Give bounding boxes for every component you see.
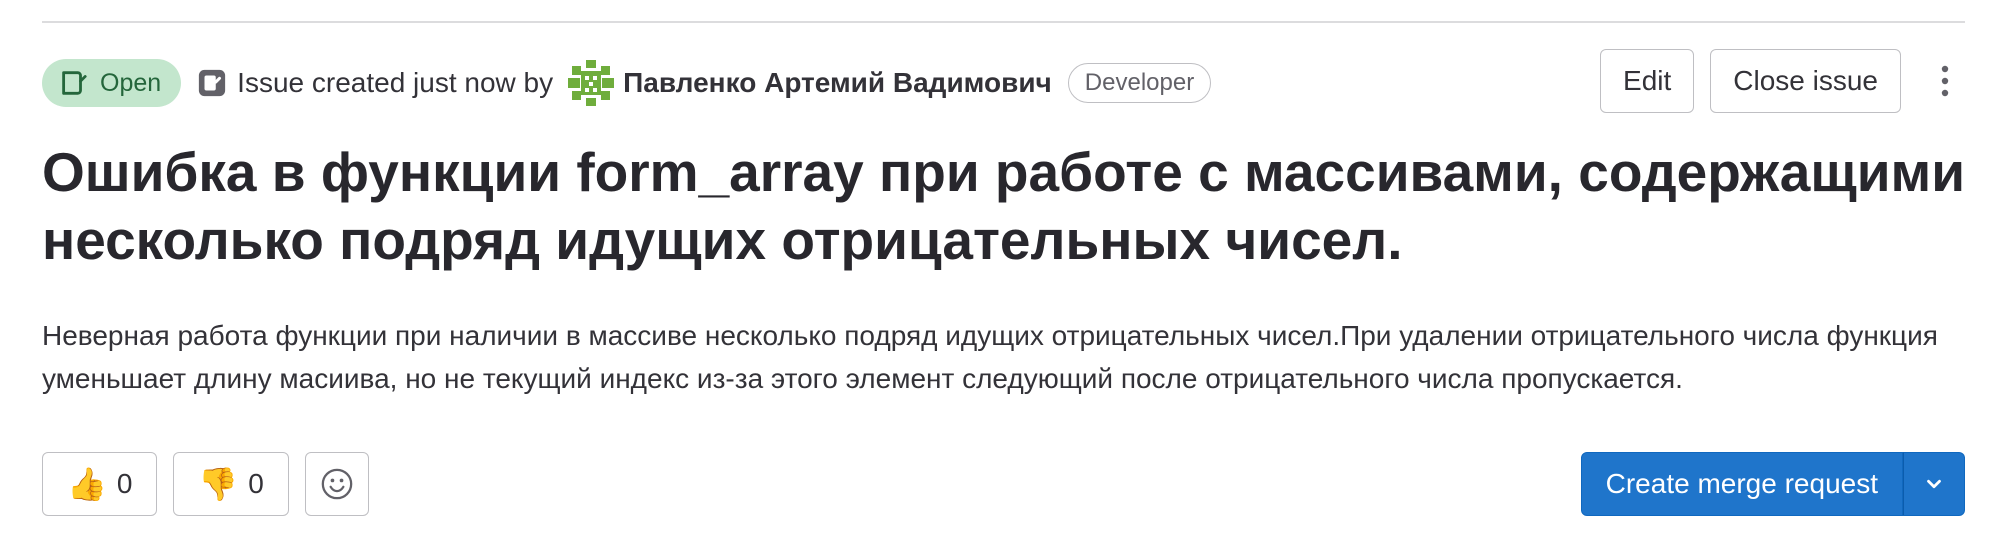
merge-request-dropdown-toggle[interactable]	[1903, 452, 1965, 516]
thumbs-down-count: 0	[248, 468, 264, 499]
issue-type-icon	[197, 67, 229, 99]
thumbs-down-icon: 👎	[198, 466, 239, 502]
thumbs-up-count: 0	[116, 468, 133, 499]
create-merge-request-button[interactable]: Create merge request	[1580, 452, 1903, 516]
author-name[interactable]: Павленко Артемий Вадимович	[623, 67, 1052, 99]
top-divider	[42, 21, 1965, 23]
reactions-bar: 👍 0 👎 0	[42, 452, 369, 516]
thumbs-up-button[interactable]: 👍 0	[42, 452, 158, 516]
avatar[interactable]	[567, 59, 615, 107]
create-merge-request-split-button: Create merge request	[1580, 452, 1965, 516]
kebab-vertical-icon[interactable]	[1925, 49, 1965, 113]
issue-open-icon	[62, 71, 87, 95]
chevron-down-icon	[1927, 479, 1941, 489]
created-text: Issue created just now by	[237, 67, 554, 98]
issue-description: Неверная работа функции при наличии в ма…	[42, 320, 1938, 394]
role-badge: Developer	[1067, 63, 1212, 103]
smiley-icon	[321, 468, 353, 500]
thumbs-down-button[interactable]: 👎 0	[173, 452, 289, 516]
status-badge: Open	[42, 59, 182, 107]
close-issue-button[interactable]: Close issue	[1710, 49, 1901, 113]
edit-button[interactable]: Edit	[1600, 49, 1695, 113]
thumbs-up-icon: 👍	[67, 466, 107, 502]
issue-title: Ошибка в функции form_array при работе с…	[42, 141, 1966, 271]
status-label: Open	[100, 68, 162, 97]
add-reaction-button[interactable]	[304, 452, 369, 516]
issue-header: Open Issue created just now by Павленко …	[42, 58, 1212, 108]
issue-actions: Edit Close issue	[1600, 49, 1965, 113]
